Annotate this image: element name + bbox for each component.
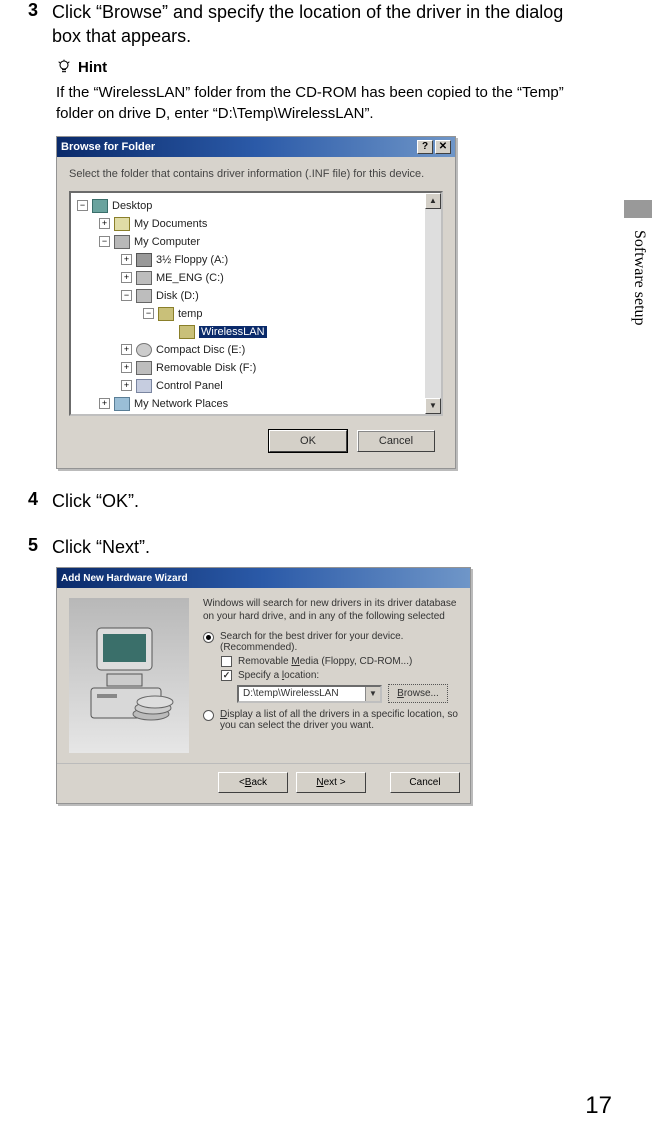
folder-icon (114, 217, 130, 231)
dialog-title: Browse for Folder (61, 141, 155, 153)
step-3-text: Click “Browse” and specify the location … (52, 0, 565, 49)
collapse-icon[interactable]: − (143, 308, 154, 319)
folder-tree[interactable]: −Desktop +My Documents −My Computer +3½ … (69, 191, 443, 416)
collapse-icon[interactable]: − (99, 236, 110, 247)
desktop-icon (92, 199, 108, 213)
step-4: 4 Click “OK”. (28, 489, 565, 513)
radio-display-list[interactable]: Display a list of all the drivers in a s… (203, 709, 458, 731)
removable-icon (136, 361, 152, 375)
dialog-titlebar[interactable]: Browse for Folder ? ✕ (57, 137, 455, 157)
checkbox-icon: ✓ (221, 670, 232, 681)
tree-item-removable[interactable]: +Removable Disk (F:) (73, 359, 423, 377)
chapter-tab-label: Software setup (630, 230, 648, 326)
tree-item-wirelesslan[interactable]: WirelessLAN (73, 323, 423, 341)
wizard-intro-text: Windows will search for new drivers in i… (203, 598, 458, 623)
browse-for-folder-dialog: Browse for Folder ? ✕ Select the folder … (56, 136, 456, 469)
tree-item-c-drive[interactable]: +ME_ENG (C:) (73, 269, 423, 287)
step-3: 3 Click “Browse” and specify the locatio… (28, 0, 565, 49)
cancel-button[interactable]: Cancel (357, 430, 435, 452)
tree-item-mydocs[interactable]: +My Documents (73, 215, 423, 233)
expand-icon[interactable]: + (121, 272, 132, 283)
add-new-hardware-wizard-dialog: Add New Hardware Wizard Windows will sea… (56, 567, 471, 804)
tree-item-temp[interactable]: −temp (73, 305, 423, 323)
drive-icon (136, 289, 152, 303)
hint-body: If the “WirelessLAN” folder from the CD-… (56, 82, 596, 124)
chapter-tab: Software setup (624, 200, 652, 430)
help-button[interactable]: ? (417, 140, 433, 154)
checkbox-removable-media[interactable]: Removable Media (Floppy, CD-ROM...) (221, 656, 458, 667)
dialog-instruction: Select the folder that contains driver i… (69, 167, 443, 181)
scroll-up-button[interactable]: ▲ (425, 193, 441, 209)
checkbox-icon (221, 656, 232, 667)
expand-icon[interactable]: + (121, 362, 132, 373)
control-panel-icon (136, 379, 152, 393)
checkbox-label: Specify a location: (238, 670, 319, 681)
ok-button[interactable]: OK (269, 430, 347, 452)
radio-label: Display a list of all the drivers in a s… (220, 709, 458, 731)
expand-icon[interactable]: + (121, 344, 132, 355)
radio-label: Search for the best driver for your devi… (220, 631, 458, 653)
radio-icon (203, 632, 214, 643)
back-button[interactable]: < Back (218, 772, 288, 793)
wizard-titlebar[interactable]: Add New Hardware Wizard (57, 568, 470, 588)
tree-item-network-places[interactable]: +My Network Places (73, 395, 423, 413)
page-number: 17 (585, 1092, 612, 1120)
collapse-icon[interactable]: − (121, 290, 132, 301)
tree-scrollbar[interactable]: ▲ ▼ (425, 193, 441, 414)
step-4-number: 4 (28, 489, 42, 513)
step-4-text: Click “OK”. (52, 489, 139, 513)
close-button[interactable]: ✕ (435, 140, 451, 154)
collapse-icon[interactable]: − (77, 200, 88, 211)
tree-item-cd[interactable]: +Compact Disc (E:) (73, 341, 423, 359)
expand-icon[interactable]: + (99, 218, 110, 229)
tree-item-floppy[interactable]: +3½ Floppy (A:) (73, 251, 423, 269)
step-5: 5 Click “Next”. (28, 535, 565, 559)
radio-search-best-driver[interactable]: Search for the best driver for your devi… (203, 631, 458, 653)
expand-icon[interactable]: + (121, 380, 132, 391)
browse-button[interactable]: Browse... (388, 684, 448, 703)
lightbulb-icon (56, 59, 72, 75)
computer-icon (114, 235, 130, 249)
checkbox-label: Removable Media (Floppy, CD-ROM...) (238, 656, 412, 667)
selected-folder-label: WirelessLAN (199, 326, 267, 338)
cd-icon (136, 343, 152, 357)
folder-icon (158, 307, 174, 321)
drive-icon (136, 271, 152, 285)
tree-item-control-panel[interactable]: +Control Panel (73, 377, 423, 395)
tree-item-recycle-bin[interactable]: Recycle Bin (73, 413, 423, 414)
floppy-icon (136, 253, 152, 267)
hint-label: Hint (78, 59, 107, 76)
radio-icon (203, 710, 214, 721)
folder-open-icon (179, 325, 195, 339)
scroll-down-button[interactable]: ▼ (425, 398, 441, 414)
wizard-title: Add New Hardware Wizard (61, 573, 188, 584)
next-button[interactable]: Next > (296, 772, 366, 793)
checkbox-specify-location[interactable]: ✓ Specify a location: (221, 670, 458, 681)
chapter-tab-marker (624, 200, 652, 218)
expand-icon[interactable]: + (99, 398, 110, 409)
dropdown-icon[interactable]: ▼ (365, 687, 380, 701)
tree-item-desktop[interactable]: −Desktop (73, 197, 423, 215)
tree-item-mycomputer[interactable]: −My Computer (73, 233, 423, 251)
step-5-number: 5 (28, 535, 42, 559)
cancel-button[interactable]: Cancel (390, 772, 460, 793)
step-3-number: 3 (28, 0, 42, 49)
hint-heading: Hint (56, 59, 565, 76)
tree-item-d-drive[interactable]: −Disk (D:) (73, 287, 423, 305)
network-icon (114, 397, 130, 411)
location-value: D:\temp\WirelessLAN (239, 688, 365, 699)
expand-icon[interactable]: + (121, 254, 132, 265)
location-combobox[interactable]: D:\temp\WirelessLAN ▼ (237, 685, 382, 703)
wizard-graphic (69, 598, 189, 753)
step-5-text: Click “Next”. (52, 535, 150, 559)
